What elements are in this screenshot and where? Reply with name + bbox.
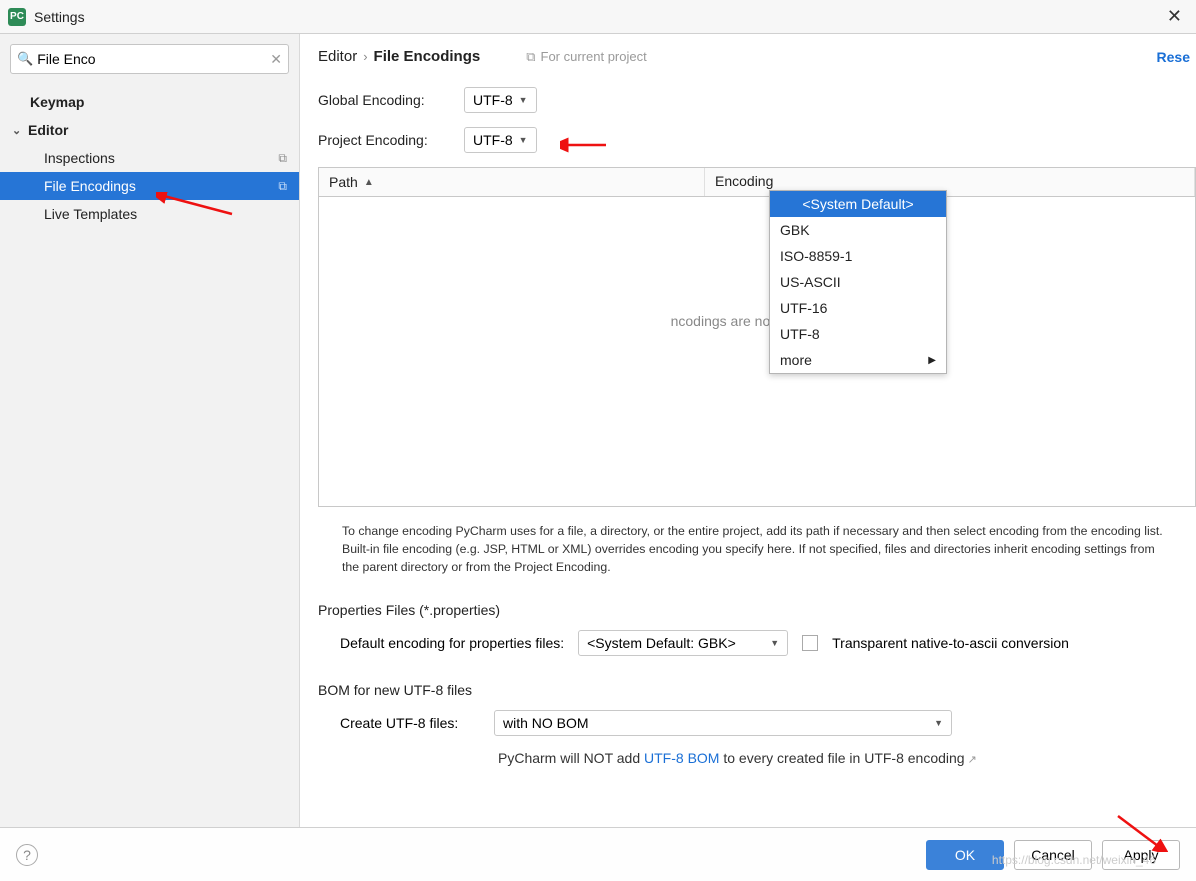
- col-path[interactable]: Path ▲: [319, 168, 705, 196]
- copy-icon: ⧉: [278, 151, 287, 166]
- chevron-down-icon: ▼: [770, 638, 779, 648]
- project-encoding-select[interactable]: UTF-8 ▼: [464, 127, 537, 153]
- dropdown-option[interactable]: ISO-8859-1: [770, 243, 946, 269]
- create-utf8-label: Create UTF-8 files:: [340, 715, 480, 731]
- project-encoding-label: Project Encoding:: [318, 132, 464, 148]
- dropdown-option[interactable]: <System Default>: [770, 191, 946, 217]
- annotation-arrow: [560, 136, 608, 154]
- bom-section-title: BOM for new UTF-8 files: [318, 682, 1196, 698]
- scope-label: ⧉ For current project: [526, 49, 647, 65]
- transparent-ascii-label: Transparent native-to-ascii conversion: [832, 635, 1069, 651]
- copy-icon: ⧉: [526, 49, 535, 65]
- dropdown-option[interactable]: GBK: [770, 217, 946, 243]
- sidebar-item-label: Live Templates: [44, 206, 137, 222]
- chevron-right-icon: ▶: [928, 355, 936, 366]
- dropdown-option[interactable]: US-ASCII: [770, 269, 946, 295]
- sidebar-item-label: File Encodings: [44, 178, 136, 194]
- annotation-arrow: [156, 192, 236, 218]
- annotation-arrow: [1112, 812, 1168, 852]
- breadcrumb: Editor › File Encodings ⧉ For current pr…: [318, 48, 1196, 65]
- watermark: https://blog.csdn.net/weixin_46: [992, 853, 1156, 867]
- global-encoding-label: Global Encoding:: [318, 92, 464, 108]
- close-icon[interactable]: ✕: [1161, 4, 1188, 29]
- properties-encoding-select[interactable]: <System Default: GBK> ▼: [578, 630, 788, 656]
- sidebar-item-label: Editor: [28, 122, 68, 138]
- window-title: Settings: [34, 9, 85, 25]
- sidebar-item-file-encodings[interactable]: File Encodings ⧉: [0, 172, 299, 200]
- search-input[interactable]: [37, 51, 270, 67]
- create-utf8-select[interactable]: with NO BOM ▼: [494, 710, 952, 736]
- chevron-down-icon: ⌄: [12, 124, 28, 137]
- sort-asc-icon: ▲: [364, 177, 374, 188]
- content: Editor › File Encodings ⧉ For current pr…: [300, 34, 1196, 827]
- chevron-down-icon: ▼: [519, 95, 528, 105]
- search-icon: 🔍: [17, 51, 33, 67]
- sidebar-item-live-templates[interactable]: Live Templates: [0, 200, 299, 228]
- help-button[interactable]: ?: [16, 844, 38, 866]
- copy-icon: ⧉: [278, 179, 287, 194]
- bom-description: PyCharm will NOT add UTF-8 BOM to every …: [498, 750, 1196, 766]
- sidebar-item-label: Inspections: [44, 150, 115, 166]
- global-encoding-select[interactable]: UTF-8 ▼: [464, 87, 537, 113]
- app-icon: PC: [8, 8, 26, 26]
- settings-tree: Keymap ⌄ Editor Inspections ⧉ File Encod…: [0, 84, 299, 232]
- dropdown-option[interactable]: UTF-16: [770, 295, 946, 321]
- properties-encoding-label: Default encoding for properties files:: [340, 635, 564, 651]
- external-link-icon: ↗: [968, 754, 977, 766]
- chevron-right-icon: ›: [363, 49, 367, 64]
- search-input-wrap[interactable]: 🔍 ✕: [10, 44, 289, 74]
- sidebar: 🔍 ✕ Keymap ⌄ Editor Inspections ⧉ File E…: [0, 34, 300, 827]
- hint-text: To change encoding PyCharm uses for a fi…: [342, 523, 1168, 576]
- encoding-dropdown: <System Default> GBK ISO-8859-1 US-ASCII…: [769, 190, 947, 374]
- sidebar-item-keymap[interactable]: Keymap: [0, 88, 299, 116]
- chevron-down-icon: ▼: [519, 135, 528, 145]
- properties-section-title: Properties Files (*.properties): [318, 602, 1196, 618]
- chevron-down-icon: ▼: [934, 718, 943, 728]
- transparent-ascii-checkbox[interactable]: [802, 635, 818, 651]
- sidebar-item-inspections[interactable]: Inspections ⧉: [0, 144, 299, 172]
- dropdown-option-more[interactable]: more ▶: [770, 347, 946, 373]
- utf8-bom-link[interactable]: UTF-8 BOM: [644, 750, 719, 766]
- sidebar-item-editor[interactable]: ⌄ Editor: [0, 116, 299, 144]
- clear-search-icon[interactable]: ✕: [270, 51, 282, 68]
- dropdown-option[interactable]: UTF-8: [770, 321, 946, 347]
- encoding-table: Path ▲ Encoding ncodings are not configu…: [318, 167, 1196, 507]
- sidebar-item-label: Keymap: [30, 94, 84, 110]
- breadcrumb-root: Editor: [318, 48, 357, 65]
- reset-link[interactable]: Rese: [1157, 49, 1190, 65]
- titlebar: PC Settings ✕: [0, 0, 1196, 34]
- breadcrumb-leaf: File Encodings: [374, 48, 481, 65]
